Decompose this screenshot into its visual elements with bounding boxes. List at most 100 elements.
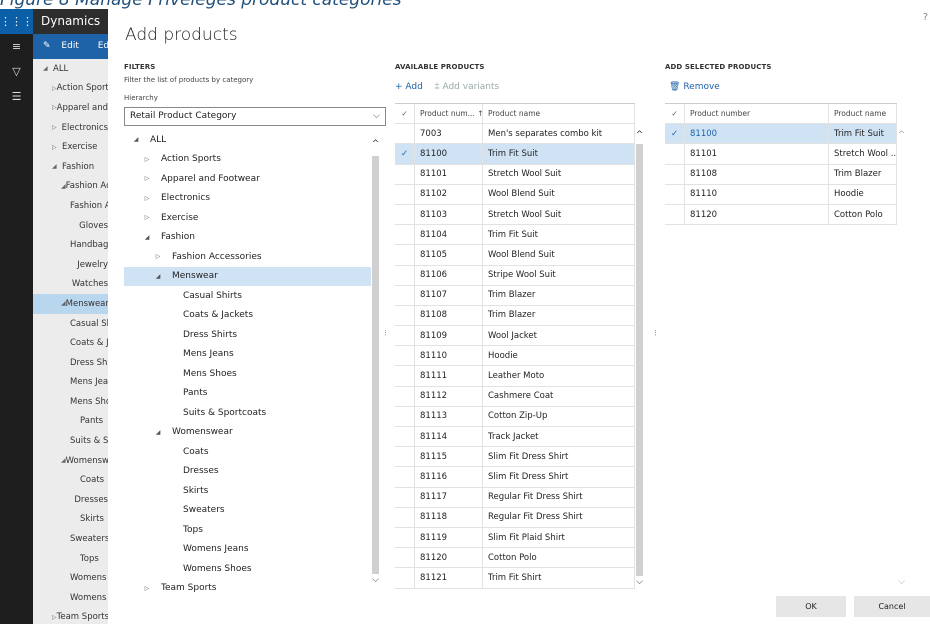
background-tree-node[interactable]: Mens Jeans (33, 373, 108, 393)
background-tree-node[interactable]: ◢ ALL (33, 59, 108, 79)
expand-icon[interactable]: ▷ (52, 144, 62, 151)
table-row[interactable]: 81110 Hoodie (665, 184, 897, 205)
scroll-up-icon[interactable]: ^ (635, 130, 644, 140)
row-checkmark-icon[interactable] (395, 164, 415, 184)
row-checkmark-icon[interactable] (395, 265, 415, 285)
col-product-number[interactable]: Product num... ↑ (415, 104, 483, 124)
row-checkmark-icon[interactable] (395, 487, 415, 507)
background-tree-node[interactable]: Jewelry (33, 255, 108, 275)
table-row[interactable]: 81108 Trim Blazer (395, 305, 635, 327)
background-tree-node[interactable]: Fashion Accessories (33, 196, 108, 216)
background-tree-node[interactable]: ▷ Action Sports (33, 79, 108, 99)
table-row[interactable]: 81109 Wool Jacket (395, 326, 635, 347)
hamburger-icon[interactable]: ≡ (0, 34, 33, 59)
collapse-icon[interactable]: ◢ (130, 136, 142, 143)
category-tree-node[interactable]: Coats & Jackets (124, 306, 372, 326)
table-row[interactable]: 81113 Cotton Zip-Up (395, 406, 635, 427)
row-checkmark-icon[interactable] (395, 568, 415, 588)
background-tree-node[interactable]: Suits & Sportcoats (33, 431, 108, 451)
category-tree-node[interactable]: ▷ Team Sports (124, 579, 372, 592)
list-icon[interactable]: ☰ (0, 84, 33, 109)
splitter-handle[interactable]: ⁝ (384, 329, 387, 339)
table-row[interactable]: 81110 Hoodie (395, 346, 635, 367)
expand-icon[interactable]: ▷ (152, 253, 164, 260)
select-all-checkmark-icon[interactable]: ✓ (665, 104, 685, 124)
category-tree-node[interactable]: ◢ Womenswear (124, 423, 372, 443)
table-row[interactable]: 81102 Wool Blend Suit (395, 184, 635, 205)
background-tree-node[interactable]: Mens Shoes (33, 392, 108, 412)
row-checkmark-icon[interactable] (395, 467, 415, 487)
category-tree-node[interactable]: Suits & Sportcoats (124, 403, 372, 423)
table-row[interactable]: 81112 Cashmere Coat (395, 386, 635, 407)
category-tree-node[interactable]: Mens Shoes (124, 364, 372, 384)
remove-button[interactable]: 🗑 Remove (669, 82, 720, 92)
background-tree-node[interactable]: Skirts (33, 510, 108, 530)
category-tree-node[interactable]: ▷ Electronics (124, 189, 372, 209)
row-checkmark-icon[interactable] (395, 406, 415, 426)
edit-button[interactable]: ✎ Edit (43, 41, 87, 51)
scroll-down-icon[interactable]: ⌵ (897, 577, 906, 587)
selected-grid-scrollbar[interactable]: ^ ⌵ (897, 126, 906, 591)
category-tree-node[interactable]: Sweaters (124, 501, 372, 521)
row-checkmark-icon[interactable] (395, 285, 415, 305)
row-checkmark-icon[interactable] (665, 164, 685, 184)
scroll-up-icon[interactable]: ^ (897, 130, 906, 140)
background-tree-node[interactable]: Coats & Jackets (33, 333, 108, 353)
row-checkmark-icon[interactable] (395, 386, 415, 406)
row-checkmark-icon[interactable] (665, 144, 685, 164)
row-checkmark-icon[interactable] (395, 184, 415, 204)
available-grid-scrollbar[interactable]: ^ ⌵ (635, 126, 644, 591)
row-checkmark-icon[interactable] (395, 366, 415, 386)
category-tree-node[interactable]: Womens Jeans (124, 540, 372, 560)
cancel-button[interactable]: Cancel (854, 596, 930, 617)
scrollbar-thumb[interactable] (372, 156, 379, 574)
add-button[interactable]: + Add (395, 82, 423, 92)
category-tree-node[interactable]: Dress Shirts (124, 325, 372, 345)
scroll-down-icon[interactable]: ⌵ (635, 577, 644, 587)
background-tree-node[interactable]: Pants (33, 412, 108, 432)
ok-button[interactable]: OK (776, 596, 846, 617)
collapse-icon[interactable]: ◢ (152, 273, 164, 280)
table-row[interactable]: 81111 Leather Moto (395, 366, 635, 387)
table-row[interactable]: ✓ 81100 Trim Fit Suit (395, 144, 635, 165)
category-tree-node[interactable]: Tops (124, 520, 372, 540)
expand-icon[interactable]: ▷ (141, 214, 153, 221)
table-row[interactable]: 81119 Slim Fit Plaid Shirt (395, 527, 635, 549)
table-row[interactable]: 81101 Stretch Wool ... (665, 144, 897, 165)
table-row[interactable]: 81115 Slim Fit Dress Shirt (395, 447, 635, 468)
background-tree-node[interactable]: Coats (33, 470, 108, 490)
category-tree-scrollbar[interactable]: ^ ⌵ (371, 139, 380, 591)
category-tree-node[interactable]: ▷ Fashion Accessories (124, 247, 372, 267)
col-product-number[interactable]: Product number (685, 104, 829, 124)
row-checkmark-icon[interactable] (665, 204, 685, 225)
table-row[interactable]: 81105 Wool Blend Suit (395, 245, 635, 266)
background-tree-node[interactable]: Dresses (33, 490, 108, 510)
edit-button-2[interactable]: Edit (98, 41, 108, 51)
table-row[interactable]: 81116 Slim Fit Dress Shirt (395, 467, 635, 488)
background-tree-node[interactable]: ▷ Team Sports (33, 608, 108, 624)
row-checkmark-icon[interactable] (395, 427, 415, 447)
table-row[interactable]: ✓ 81100 Trim Fit Suit (665, 124, 897, 145)
background-tree-node[interactable]: Womens Jeans (33, 568, 108, 588)
table-row[interactable]: 81117 Regular Fit Dress Shirt (395, 487, 635, 508)
category-tree-node[interactable]: Casual Shirts (124, 286, 372, 306)
col-product-name[interactable]: Product name (483, 104, 635, 124)
table-row[interactable]: 81107 Trim Blazer (395, 285, 635, 306)
scroll-down-icon[interactable]: ⌵ (371, 575, 380, 585)
category-tree-node[interactable]: ◢ Menswear (124, 266, 372, 286)
table-row[interactable]: 81106 Stripe Wool Suit (395, 265, 635, 286)
table-row[interactable]: 81118 Regular Fit Dress Shirt (395, 507, 635, 528)
splitter-handle[interactable]: ⁝ (654, 329, 657, 339)
background-tree-node[interactable]: ▷Apparel and Footwear (33, 98, 108, 118)
collapse-icon[interactable]: ◢ (52, 163, 62, 170)
background-tree-node[interactable]: Tops (33, 549, 108, 569)
row-checkmark-icon[interactable] (395, 507, 415, 527)
expand-icon[interactable]: ▷ (141, 175, 153, 182)
row-checkmark-icon[interactable] (395, 326, 415, 346)
category-tree-node[interactable]: ◢ ALL (124, 130, 372, 150)
table-row[interactable]: 7003 Men's separates combo kit (395, 124, 635, 145)
row-checkmark-icon[interactable] (395, 305, 415, 326)
row-checkmark-icon[interactable]: ✓ (395, 144, 415, 164)
background-tree-node[interactable]: ◢Fashion Accessories (33, 177, 108, 197)
row-checkmark-icon[interactable] (395, 225, 415, 245)
